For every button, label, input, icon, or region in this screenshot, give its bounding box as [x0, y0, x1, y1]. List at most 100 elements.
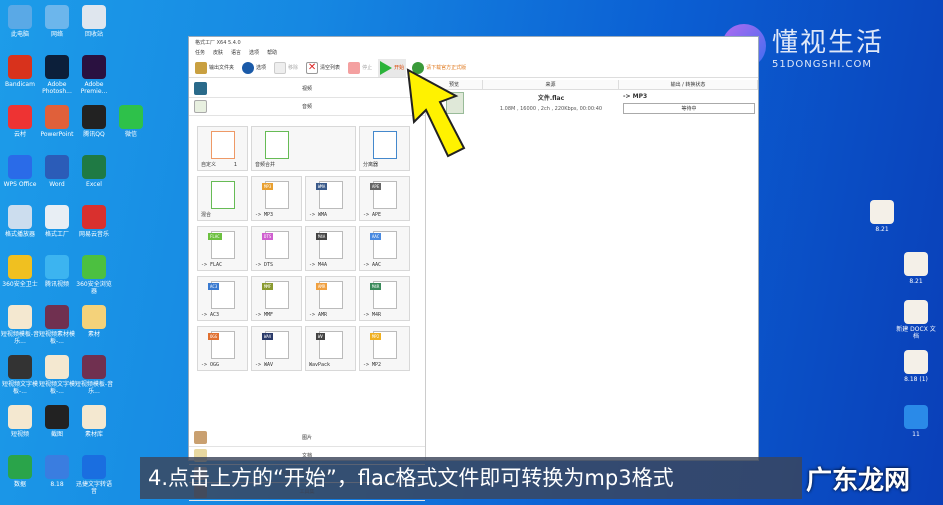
- format-button[interactable]: M4A -> M4A: [305, 226, 356, 271]
- table-row[interactable]: 文件.flac 1.08M , 16000 , 2ch , 220Kbps, 0…: [426, 90, 758, 120]
- format-button[interactable]: M4R -> M4R: [359, 276, 410, 321]
- desktop-icon[interactable]: 迅捷文字转语音: [74, 455, 114, 495]
- desktop-icon-label: 数据: [13, 481, 26, 488]
- format-button[interactable]: AMR -> AMR: [305, 276, 356, 321]
- menu-item[interactable]: 皮肤: [213, 49, 223, 58]
- desktop-icon[interactable]: Excel: [74, 155, 114, 188]
- desktop-icon-label: PowerPoint: [40, 131, 74, 138]
- output-folder-button[interactable]: 输出文件夹: [193, 60, 236, 76]
- stop-button[interactable]: 停止: [346, 60, 374, 76]
- format-button[interactable]: MP2 -> MP2: [359, 326, 410, 371]
- desktop-icon[interactable]: 短视频文字模板-...: [37, 355, 77, 395]
- desktop-icon[interactable]: 短视频模板-音乐...: [74, 355, 114, 395]
- format-button[interactable]: MP3 -> MP3: [251, 176, 302, 221]
- format-button[interactable]: AC3 -> AC3: [197, 276, 248, 321]
- desktop-icon[interactable]: 此电脑: [0, 5, 40, 38]
- desktop-icon[interactable]: 回收站: [74, 5, 114, 38]
- app-icon: [45, 455, 69, 479]
- desktop-icon[interactable]: 8.21: [862, 200, 902, 233]
- desktop-icon-label: 8.18: [50, 481, 64, 488]
- desktop-icon[interactable]: Adobe Photosh...: [37, 55, 77, 95]
- desktop-icon[interactable]: 短视频: [0, 405, 40, 438]
- clear-list-button[interactable]: ✕ 清空列表: [304, 60, 342, 76]
- desktop-icon[interactable]: Word: [37, 155, 77, 188]
- format-tag: AAC: [370, 233, 382, 240]
- desktop-icon-label: 短视频文字模板-...: [38, 381, 75, 395]
- desktop-icon[interactable]: Adobe Premie...: [74, 55, 114, 95]
- desktop-icon[interactable]: 360安全卫士: [0, 255, 40, 288]
- desktop-icon-label: 回收站: [84, 31, 103, 38]
- desktop-icon[interactable]: 网络: [37, 5, 77, 38]
- desktop-icon[interactable]: 素材库: [74, 405, 114, 438]
- desktop-icon[interactable]: 素材: [74, 305, 114, 338]
- format-button[interactable]: FLAC -> FLAC: [197, 226, 248, 271]
- format-tag: DTS: [262, 233, 274, 240]
- format-tag: M4A: [316, 233, 328, 240]
- format-tag: MMF: [262, 283, 274, 290]
- format-label: -> WAV: [255, 362, 274, 368]
- app-icon: [45, 205, 69, 229]
- desktop-icon-label: 8.18 (1): [904, 376, 928, 383]
- desktop-icon[interactable]: 短视频模板-音乐...: [0, 305, 40, 345]
- desktop-icon[interactable]: 短视频素材模板-...: [37, 305, 77, 345]
- desktop-icon-label: 短视频: [10, 431, 29, 438]
- desktop-icon[interactable]: 8.21: [896, 252, 936, 285]
- format-button[interactable]: 自定义 1: [197, 126, 248, 171]
- app-icon: [45, 155, 69, 179]
- desktop-icon[interactable]: WPS Office: [0, 155, 40, 188]
- format-button[interactable]: WMA -> WMA: [305, 176, 356, 221]
- desktop-icon-label: 微信: [124, 131, 137, 138]
- folder-icon: [195, 61, 207, 74]
- desktop-icon[interactable]: Bandicam: [0, 55, 40, 88]
- desktop-icon[interactable]: 8.18: [37, 455, 77, 488]
- format-button[interactable]: 混合: [197, 176, 248, 221]
- desktop-icon[interactable]: 腾讯视频: [37, 255, 77, 288]
- desktop-icon[interactable]: 新建 DOCX 文档: [896, 300, 936, 340]
- remove-button[interactable]: 移除: [272, 60, 300, 76]
- desktop-icon-label: 11: [912, 431, 920, 438]
- format-tag: M4R: [370, 283, 382, 290]
- format-count: 1: [233, 162, 237, 168]
- desktop-icon[interactable]: 数据: [0, 455, 40, 488]
- menu-item[interactable]: 语言: [231, 49, 241, 58]
- format-button[interactable]: WAV -> WAV: [251, 326, 302, 371]
- desktop-icon[interactable]: 云村: [0, 105, 40, 138]
- app-icon: [82, 305, 106, 329]
- play-icon: [380, 60, 393, 75]
- format-button[interactable]: WV WavPack: [305, 326, 356, 371]
- desktop-icon[interactable]: 格式播放器: [0, 205, 40, 238]
- format-tag: FLAC: [208, 233, 222, 240]
- category-item[interactable]: 图片: [189, 429, 425, 447]
- menu-item[interactable]: 任务: [195, 49, 205, 58]
- category-audio[interactable]: 音频: [189, 98, 425, 116]
- desktop-icon[interactable]: 格式工厂: [37, 205, 77, 238]
- desktop-icon-label: 此电脑: [10, 31, 29, 38]
- options-button[interactable]: 选项: [240, 60, 268, 76]
- category-panel: 视频 音频 自定义 1 音频合并 分离器 混合 MP3 -> MP3 WMA -> WMA APE…: [189, 80, 426, 501]
- desktop-icon[interactable]: 截图: [37, 405, 77, 438]
- header-source[interactable]: 来源: [483, 80, 619, 89]
- format-button[interactable]: OGG -> OGG: [197, 326, 248, 371]
- category-video[interactable]: 视频: [189, 80, 425, 98]
- desktop-icon[interactable]: 11: [896, 405, 936, 438]
- format-tag: MP2: [370, 333, 382, 340]
- desktop-icon[interactable]: 网易云音乐: [74, 205, 114, 238]
- menu-item[interactable]: 选项: [249, 49, 259, 58]
- desktop-icon[interactable]: 微信: [111, 105, 151, 138]
- format-button[interactable]: APE -> APE: [359, 176, 410, 221]
- desktop-icon[interactable]: 8.18 (1): [896, 350, 936, 383]
- app-icon: [82, 405, 106, 429]
- format-button[interactable]: AAC -> AAC: [359, 226, 410, 271]
- format-button[interactable]: MMF -> MMF: [251, 276, 302, 321]
- app-icon: [45, 5, 69, 29]
- options-label: 选项: [256, 65, 267, 71]
- format-button[interactable]: 音频合并: [251, 126, 356, 171]
- desktop-icon-label: 云村: [13, 131, 26, 138]
- desktop-icon[interactable]: 360安全浏览器: [74, 255, 114, 295]
- desktop-icon[interactable]: 短视频文字模板-...: [0, 355, 40, 395]
- menu-item[interactable]: 帮助: [267, 49, 277, 58]
- format-button[interactable]: DTS -> DTS: [251, 226, 302, 271]
- desktop-icon[interactable]: 腾讯QQ: [74, 105, 114, 138]
- desktop-icon[interactable]: PowerPoint: [37, 105, 77, 138]
- header-output[interactable]: 输出 / 转换状态: [619, 80, 758, 89]
